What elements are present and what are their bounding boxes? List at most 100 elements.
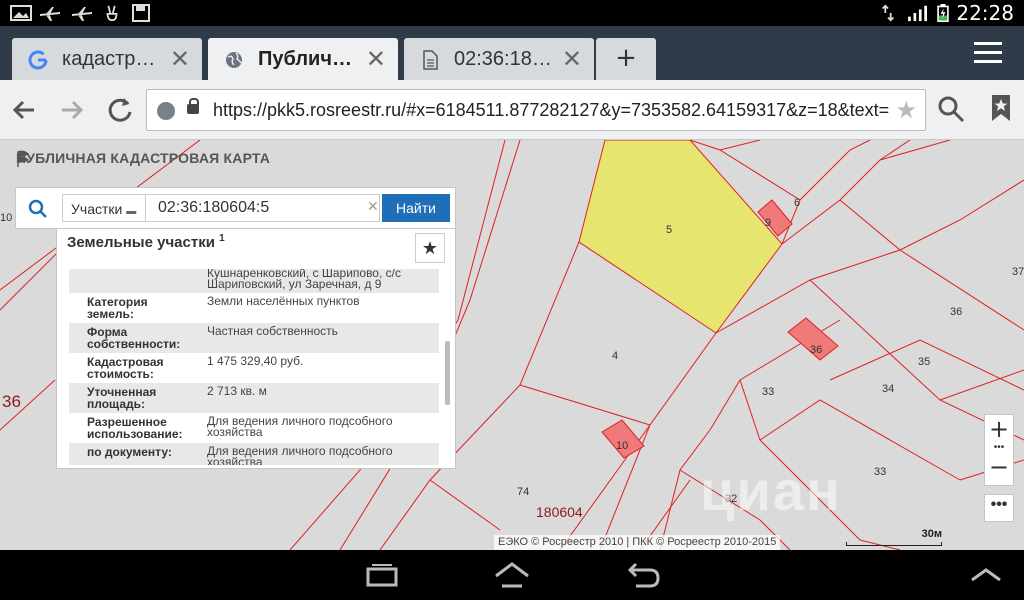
zoom-in-button[interactable]: + bbox=[985, 415, 1013, 445]
tab-public-map[interactable]: Публич… ✕ bbox=[208, 38, 398, 80]
chevron-up-icon[interactable] bbox=[966, 560, 1006, 590]
tab-title: Публич… bbox=[258, 48, 352, 70]
row-value: 2 713 кв. м bbox=[207, 384, 267, 398]
lock-icon bbox=[187, 98, 199, 114]
search-icon[interactable] bbox=[28, 199, 48, 219]
parcel-label: 33 bbox=[874, 466, 887, 478]
zoom-separator: ••• bbox=[993, 442, 1005, 453]
system-nav-bar bbox=[0, 550, 1024, 600]
map-brand: ПУБЛИЧНАЯ КАДАСТРОВАЯ КАРТА bbox=[16, 150, 271, 167]
table-row: Уточненная площадь: 2 713 кв. м bbox=[69, 383, 439, 413]
row-key: по документу: bbox=[87, 445, 172, 459]
search-type-select[interactable]: Участки ▬ bbox=[62, 194, 146, 222]
tab-strip: кадастр… ✕ Публич… ✕ 02:36:18… ✕ + bbox=[0, 26, 1024, 80]
clear-icon[interactable]: ✕ bbox=[367, 198, 379, 215]
back-arrow-icon[interactable] bbox=[8, 94, 40, 126]
watermark: циан bbox=[700, 459, 842, 522]
table-row: Кадастровая стоимость: 1 475 329,40 руб. bbox=[69, 353, 439, 383]
tab-switcher-icon[interactable] bbox=[974, 42, 1002, 68]
search-icon[interactable] bbox=[936, 94, 966, 124]
tab-title: 02:36:18… bbox=[454, 48, 552, 70]
parcel-label: 4 bbox=[612, 350, 619, 362]
parcel-info-panel: Земельные участки 1 ★ Кушнаренковский, с… bbox=[56, 229, 456, 469]
tab-document[interactable]: 02:36:18… ✕ bbox=[404, 38, 594, 80]
attribute-table: Кушнаренковский, с Шарипово, с/с Шарипов… bbox=[69, 269, 439, 465]
tab-google-search[interactable]: кадастр… ✕ bbox=[12, 38, 202, 80]
recent-apps-icon[interactable] bbox=[362, 560, 402, 590]
block-number-label: 180604 bbox=[536, 504, 583, 520]
parcel-label: 10 bbox=[0, 212, 13, 224]
parcel-label: 5 bbox=[666, 224, 673, 236]
parcel-label: 6 bbox=[794, 197, 801, 209]
new-tab-button[interactable]: + bbox=[596, 38, 656, 80]
table-row: Форма собственности: Частная собственнос… bbox=[69, 323, 439, 353]
rosreestr-logo-icon bbox=[17, 150, 30, 167]
map-brand-title: ПУБЛИЧНАЯ КАДАСТРОВАЯ КАРТА bbox=[16, 150, 271, 166]
row-value: Кушнаренковский, с Шарипово, с/с Шарипов… bbox=[207, 269, 401, 291]
selected-parcel bbox=[578, 140, 783, 334]
url-bar[interactable]: https://pkk5.rosreestr.ru/#x=6184511.877… bbox=[146, 89, 926, 131]
google-icon bbox=[28, 50, 48, 70]
star-icon[interactable]: ★ bbox=[895, 96, 917, 125]
map-attribution: ЕЭКО © Росреестр 2010 | ПКК © Росреестр … bbox=[494, 535, 781, 550]
result-count: 1 bbox=[219, 233, 225, 244]
row-value: Для ведения личного подсобного хозяйства bbox=[207, 414, 393, 439]
parcel-label: 36 bbox=[810, 344, 823, 356]
search-panel: Участки ▬ 02:36:180604:5 ✕ Найти bbox=[15, 187, 456, 229]
dropdown-icon: ▬ bbox=[126, 206, 137, 217]
more-options-button[interactable]: ••• bbox=[984, 494, 1014, 522]
cadastral-map[interactable]: 5 6 9 4 36 36 37 35 34 33 33 32 74 10 10… bbox=[0, 140, 1024, 550]
home-icon[interactable] bbox=[492, 560, 532, 590]
airplane-icon bbox=[40, 7, 60, 21]
close-icon[interactable]: ✕ bbox=[170, 45, 190, 73]
cadastral-number-input[interactable]: 02:36:180604:5 bbox=[146, 194, 380, 222]
scale-bar bbox=[846, 542, 942, 546]
table-row: по документу: Для ведения личного подсоб… bbox=[69, 443, 439, 465]
find-button[interactable]: Найти bbox=[382, 194, 450, 222]
airplane-icon bbox=[72, 7, 92, 21]
parcel-label: 34 bbox=[882, 383, 895, 395]
forward-arrow-icon[interactable] bbox=[56, 94, 88, 126]
parcel-label: 10 bbox=[616, 440, 629, 452]
reload-icon[interactable] bbox=[104, 94, 136, 126]
row-value: 1 475 329,40 руб. bbox=[207, 354, 304, 368]
favorite-star-button[interactable]: ★ bbox=[415, 233, 445, 263]
row-key: Кадастровая стоимость: bbox=[87, 355, 164, 381]
signal-icon bbox=[908, 5, 927, 22]
row-value: Частная собственность bbox=[207, 324, 338, 338]
browser-toolbar: https://pkk5.rosreestr.ru/#x=6184511.877… bbox=[0, 80, 1024, 140]
bookmark-icon[interactable] bbox=[990, 94, 1012, 122]
close-icon[interactable]: ✕ bbox=[366, 45, 386, 73]
tab-title: кадастр… bbox=[62, 48, 156, 70]
globe-icon bbox=[226, 52, 242, 68]
parcel-label: 37 bbox=[1012, 266, 1024, 278]
save-icon bbox=[132, 4, 150, 22]
block-number-label: 36 bbox=[2, 392, 21, 411]
back-icon[interactable] bbox=[622, 560, 662, 590]
row-key: Разрешенное использование: bbox=[87, 415, 183, 441]
zoom-control: + ••• − bbox=[984, 414, 1014, 486]
search-type-label: Участки bbox=[71, 201, 123, 217]
data-arrows-icon bbox=[882, 4, 894, 22]
close-icon[interactable]: ✕ bbox=[562, 45, 582, 73]
parcel-label: 35 bbox=[918, 356, 931, 368]
panel-scrollbar[interactable] bbox=[445, 341, 450, 405]
scale-label: 30м bbox=[921, 528, 942, 540]
parcel-label: 36 bbox=[950, 306, 963, 318]
clock: 22:28 bbox=[956, 1, 1014, 25]
document-icon bbox=[423, 50, 438, 70]
url-text[interactable]: https://pkk5.rosreestr.ru/#x=6184511.877… bbox=[213, 100, 893, 121]
peace-hand-icon bbox=[106, 5, 118, 22]
table-row: Категория земель: Земли населённых пункт… bbox=[69, 293, 439, 323]
parcel-label: 33 bbox=[762, 386, 775, 398]
row-value: Земли населённых пунктов bbox=[207, 294, 360, 308]
globe-icon bbox=[157, 102, 175, 120]
row-key: Уточненная площадь: bbox=[87, 385, 157, 411]
row-key: Категория земель: bbox=[87, 295, 148, 321]
zoom-out-button[interactable]: − bbox=[985, 453, 1013, 483]
battery-charging-icon bbox=[937, 4, 949, 22]
panel-title: Земельные участки 1 bbox=[67, 233, 225, 251]
status-bar: 22:28 bbox=[0, 0, 1024, 26]
table-row: Кушнаренковский, с Шарипово, с/с Шарипов… bbox=[69, 269, 439, 293]
row-key: Форма собственности: bbox=[87, 325, 181, 351]
